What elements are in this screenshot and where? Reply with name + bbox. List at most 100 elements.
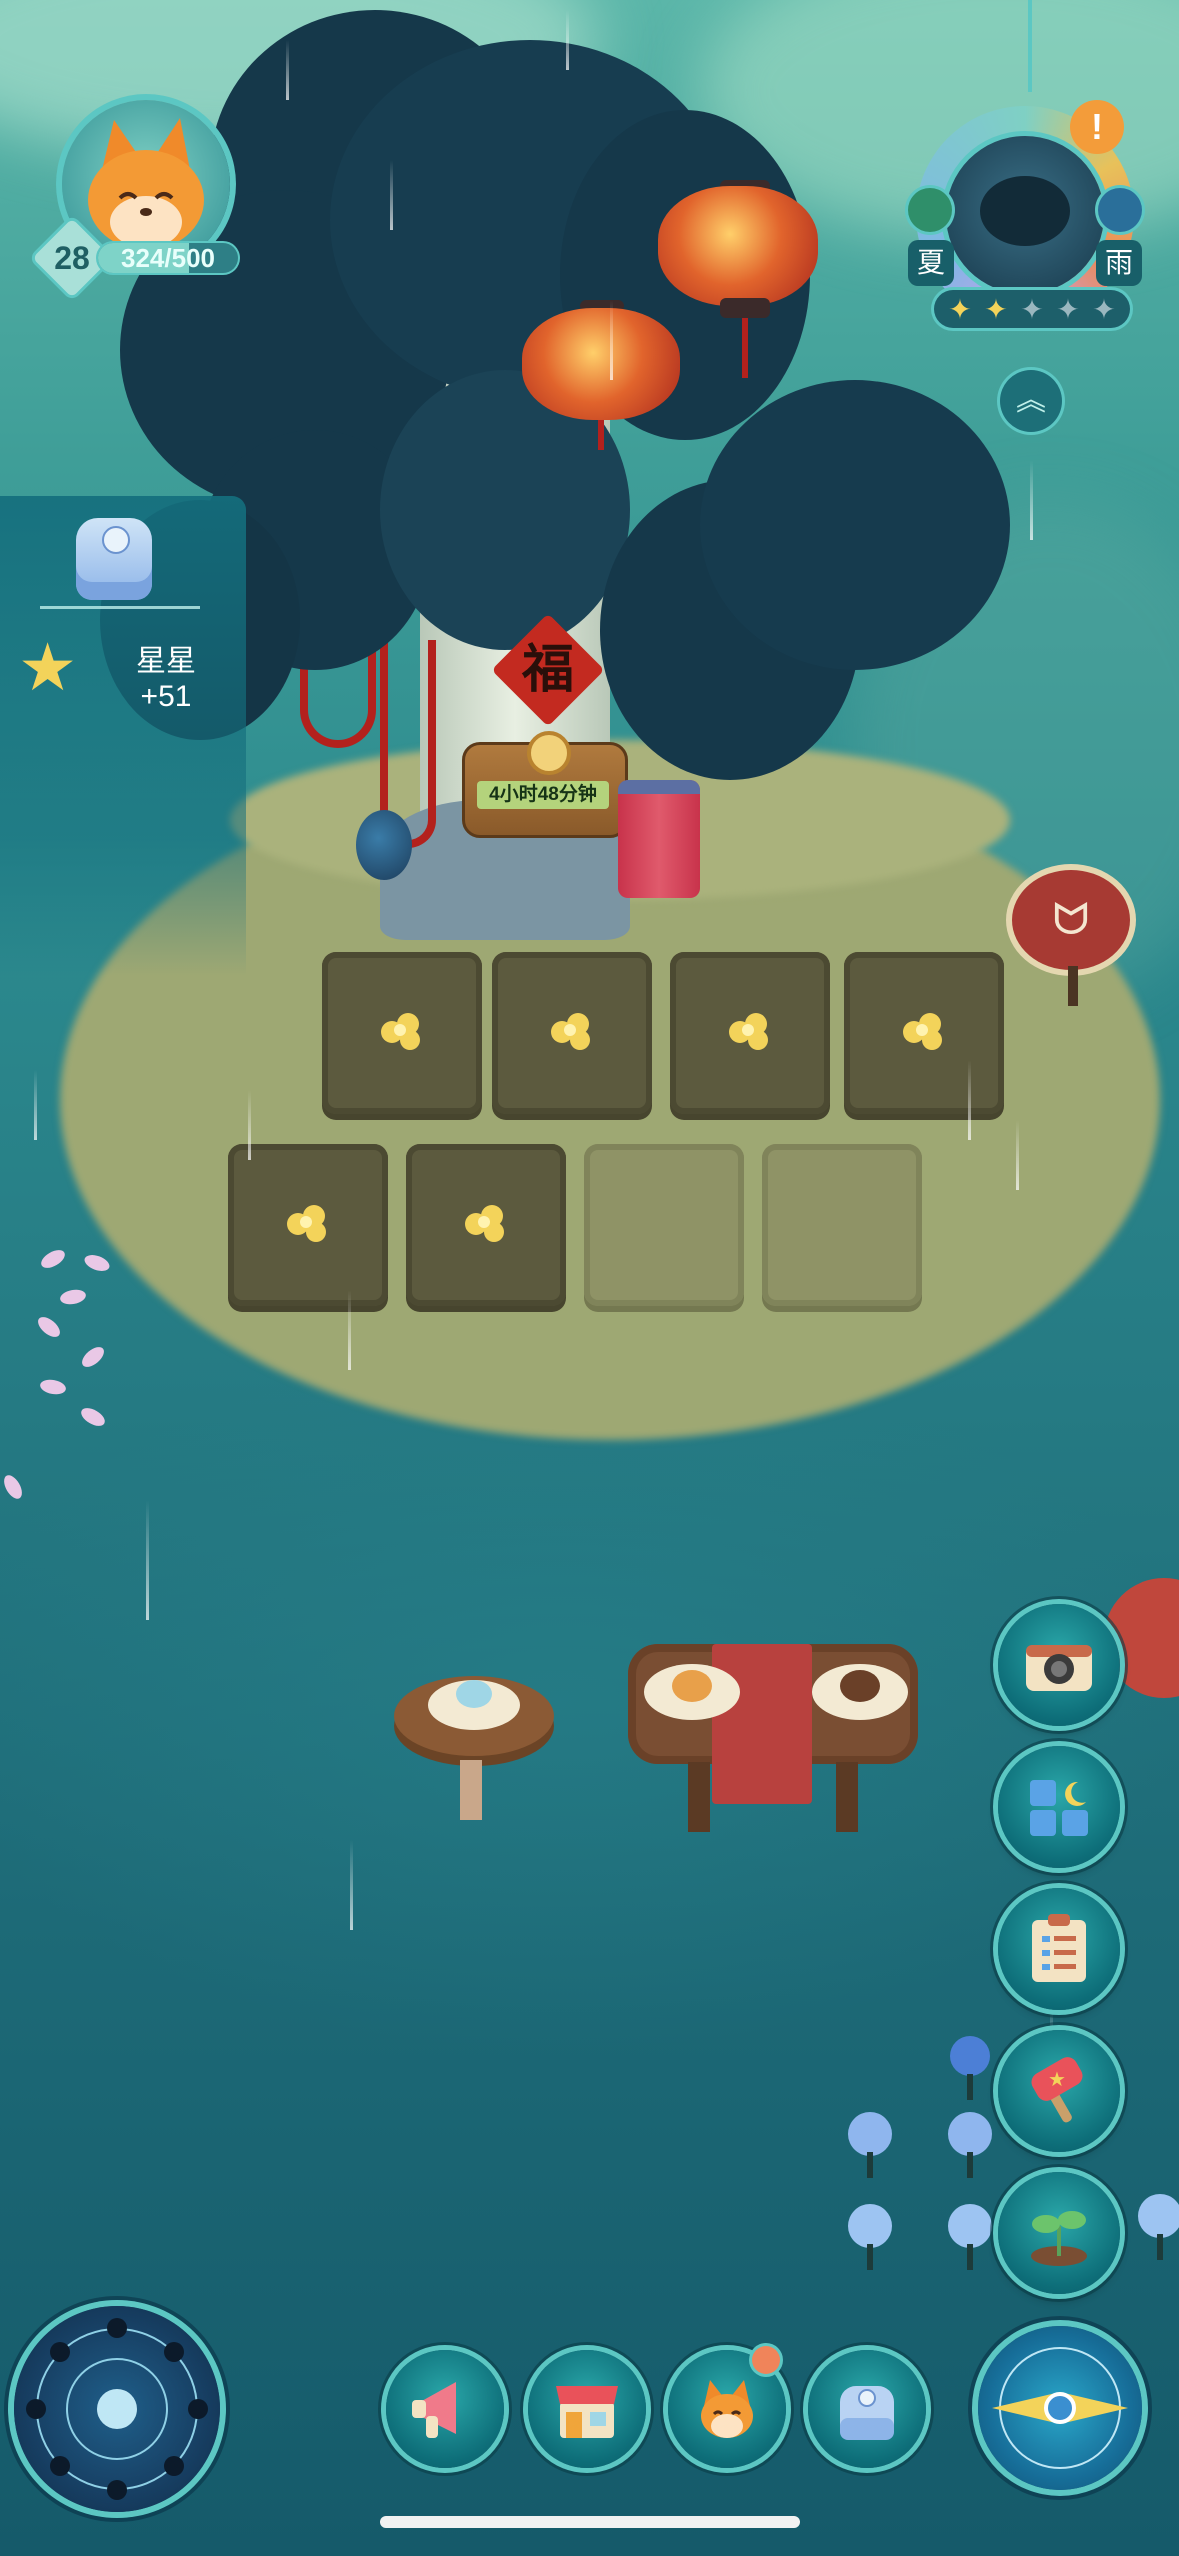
rain-drop xyxy=(348,1290,351,1370)
rain-drop xyxy=(610,300,613,380)
compass-icon xyxy=(992,2347,1128,2469)
alert-badge[interactable]: ! xyxy=(1070,100,1124,154)
pink-petal xyxy=(38,1246,68,1272)
fu-character: 福 xyxy=(521,639,574,700)
blue-flower xyxy=(848,2112,892,2178)
blue-flower xyxy=(950,2036,990,2100)
megaphone-icon xyxy=(412,2382,456,2438)
blue-flower xyxy=(1138,2194,1179,2260)
rain-drop xyxy=(566,10,569,70)
sprout-icon xyxy=(465,1205,504,1242)
rabbit-icon: ᗢ xyxy=(1052,895,1090,944)
rain-drop xyxy=(350,1840,353,1930)
pink-petal xyxy=(78,1343,108,1371)
plant-button[interactable] xyxy=(998,2172,1120,2294)
weather-hanger xyxy=(1028,0,1032,92)
camera-icon xyxy=(1026,1645,1092,1691)
announcement-button[interactable] xyxy=(386,2350,504,2468)
firecracker-decoration xyxy=(618,780,700,898)
sprout-icon xyxy=(287,1205,326,1242)
backpack-button[interactable] xyxy=(808,2350,926,2468)
lantern-tassel xyxy=(742,318,748,378)
lantern-cap xyxy=(720,298,770,318)
rain-drop xyxy=(390,160,393,230)
rain-drop xyxy=(34,1070,37,1140)
red-lantern xyxy=(658,186,818,306)
farm-plot[interactable] xyxy=(670,952,830,1114)
harvest-timer-sign[interactable]: 4小时48分钟 xyxy=(462,731,628,838)
notification-dot xyxy=(752,2346,780,2374)
star-empty-icon: ✦ xyxy=(1056,293,1080,325)
rain-drop xyxy=(1030,460,1033,540)
game-scene: 福 4小时48分钟 ᗢ xyxy=(0,0,1179,2556)
compass-button[interactable] xyxy=(978,2326,1142,2490)
star-empty-icon: ✦ xyxy=(1020,293,1044,325)
reward-side-panel: ★ 星星 +51 xyxy=(0,496,246,976)
pink-petal xyxy=(38,1377,68,1397)
blue-flower xyxy=(948,2204,992,2270)
star-icon: ★ xyxy=(18,630,78,704)
timer-text: 4小时48分钟 xyxy=(477,781,609,809)
moon-phase-icon xyxy=(26,2318,208,2500)
ornament-orb xyxy=(356,810,412,880)
round-table[interactable] xyxy=(394,1676,554,1820)
dining-table[interactable] xyxy=(628,1644,918,1834)
farm-plot-empty[interactable] xyxy=(584,1144,744,1306)
sprout-icon xyxy=(729,1013,768,1050)
fox-icon xyxy=(701,2380,753,2438)
exp-bar: 324/500 xyxy=(98,243,238,273)
pink-petal xyxy=(34,1313,64,1341)
expand-up-button[interactable]: ︽ xyxy=(1000,370,1062,432)
astrolabe-button[interactable] xyxy=(14,2306,220,2512)
weather-globe xyxy=(946,136,1104,294)
bread-icon xyxy=(672,1670,712,1702)
pink-petal xyxy=(58,1287,88,1307)
clock-icon xyxy=(527,731,571,775)
blocks-moon-icon xyxy=(1030,1780,1088,1836)
signpost-pole xyxy=(1068,966,1078,1006)
red-lantern xyxy=(522,308,680,420)
farm-plot[interactable] xyxy=(406,1144,566,1306)
friends-button[interactable] xyxy=(668,2346,786,2468)
sprout-icon xyxy=(551,1013,590,1050)
weather-stars: ✦ ✦ ✦ ✦ ✦ xyxy=(934,290,1130,328)
sprout-icon xyxy=(903,1013,942,1050)
pink-petal xyxy=(0,1472,26,1502)
decorate-button[interactable] xyxy=(998,1746,1120,1868)
weather-label: 雨 xyxy=(1096,240,1142,286)
backpack-icon[interactable] xyxy=(76,518,152,600)
farm-plot[interactable] xyxy=(844,952,1004,1114)
chevron-up-icon: ︽ xyxy=(1016,384,1046,417)
dessert-icon xyxy=(456,1680,492,1708)
star-filled-icon: ✦ xyxy=(948,293,972,325)
camera-button[interactable] xyxy=(998,1604,1120,1726)
farm-plot[interactable] xyxy=(322,952,482,1114)
home-indicator[interactable] xyxy=(380,2516,800,2528)
season-label: 夏 xyxy=(908,240,954,286)
farm-plot[interactable] xyxy=(228,1144,388,1306)
tree-canopy xyxy=(700,380,1010,670)
blue-flower xyxy=(848,2204,892,2270)
exp-text: 324/500 xyxy=(121,243,215,273)
player-level: 28 xyxy=(54,240,90,276)
sprout-icon xyxy=(1031,2211,1087,2266)
shop-button[interactable] xyxy=(528,2350,646,2468)
rain-drop xyxy=(286,40,289,100)
cookie-icon xyxy=(840,1670,880,1702)
farm-plot-empty[interactable] xyxy=(762,1144,922,1306)
rain-drop xyxy=(248,1090,251,1160)
rain-drop xyxy=(1016,1120,1019,1190)
table-runner xyxy=(712,1644,812,1804)
water-drops-icon xyxy=(1098,188,1142,232)
reward-name: 星星 xyxy=(136,645,196,678)
backpack-icon xyxy=(840,2386,894,2440)
star-empty-icon: ✦ xyxy=(1092,293,1116,325)
shop-icon xyxy=(556,2386,618,2438)
event-button[interactable]: ★ xyxy=(998,2030,1120,2152)
star-filled-icon: ✦ xyxy=(984,293,1008,325)
pink-petal xyxy=(78,1404,108,1430)
rabbit-signpost[interactable]: ᗢ xyxy=(1012,870,1130,970)
svg-text:★: ★ xyxy=(1048,2067,1066,2091)
tasks-button[interactable] xyxy=(998,1888,1120,2010)
farm-plot[interactable] xyxy=(492,952,652,1114)
